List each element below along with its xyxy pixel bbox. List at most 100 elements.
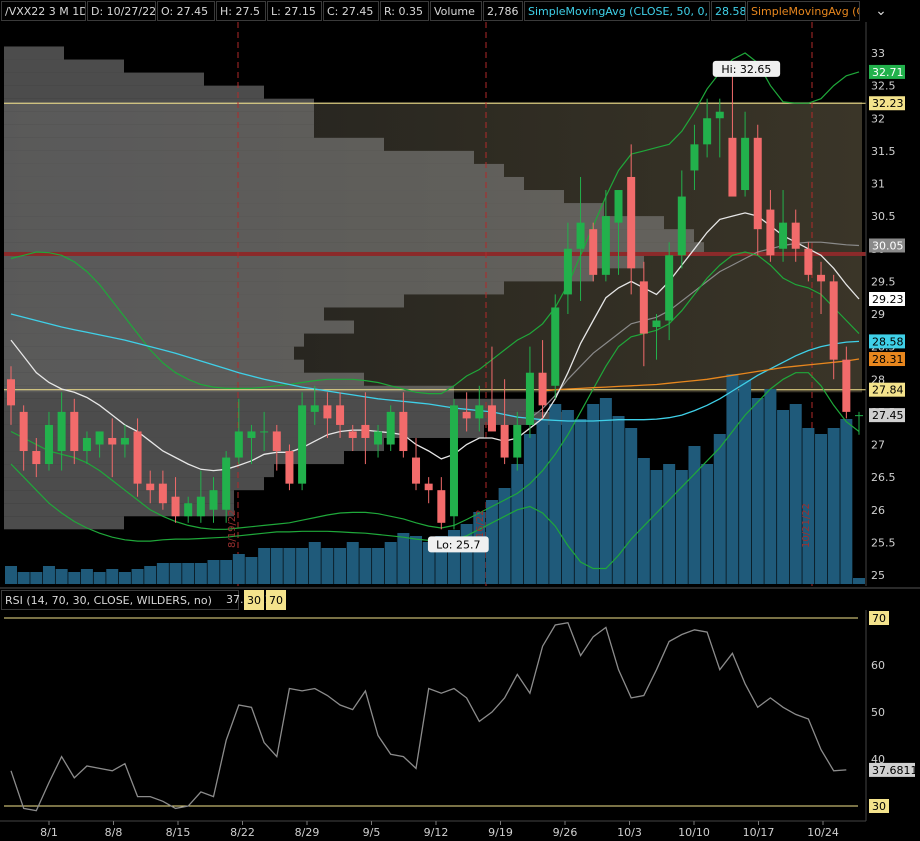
candle-body	[753, 137, 762, 230]
rsi-high-level: 70	[266, 590, 286, 610]
candle-body	[386, 411, 395, 445]
volume-bar	[549, 404, 562, 584]
candle-body	[184, 503, 193, 517]
candle-body	[82, 437, 91, 452]
time-tick-label: 10/10	[678, 826, 710, 839]
candle-body	[500, 424, 509, 458]
candle-body	[323, 405, 332, 419]
volume-bar	[93, 572, 106, 584]
candle-body	[601, 216, 610, 275]
price-tick-label: 29.5	[871, 275, 896, 288]
profile-bar	[4, 98, 314, 112]
volume-bar	[321, 548, 334, 584]
price-tick-label: 27	[871, 439, 885, 452]
volume-bar	[346, 542, 359, 584]
volume-bar	[156, 563, 169, 584]
rsi-level-label: 70	[872, 612, 886, 625]
time-tick-label: 9/5	[363, 826, 381, 839]
candle-body	[196, 496, 205, 517]
rsi-label[interactable]: RSI (14, 70, 30, CLOSE, WILDERS, no)	[1, 590, 239, 610]
price-badge-label: 28.31	[872, 353, 904, 366]
volume-bar	[701, 464, 714, 584]
candle-body	[70, 411, 79, 452]
volume-bar	[612, 416, 625, 584]
volume-bar	[511, 464, 524, 584]
candle-body	[677, 196, 686, 256]
candle-body	[728, 137, 737, 197]
volume-bar	[182, 563, 195, 584]
volume-bar	[258, 548, 271, 584]
price-badge-label: 27.84	[872, 384, 904, 397]
lo-label: Lo: 25.7	[436, 538, 480, 551]
candle-body	[57, 411, 66, 452]
volume-bar	[372, 548, 385, 584]
candle-body	[703, 118, 712, 145]
candle-body	[741, 137, 750, 191]
volume-bar	[751, 398, 764, 584]
volume-bar	[5, 566, 17, 584]
candle-body	[855, 415, 863, 417]
candle-body	[487, 405, 496, 432]
profile-bar	[4, 203, 604, 217]
candle-body	[690, 144, 699, 171]
rsi-value-badge-label: 37.6811	[872, 764, 918, 777]
candle-body	[222, 457, 231, 510]
price-tick-label: 25	[871, 569, 885, 582]
volume-bar	[536, 419, 549, 584]
price-badge-label: 32.71	[872, 66, 904, 79]
price-badge-label: 30.05	[872, 239, 904, 252]
volume-bar	[574, 419, 587, 584]
profile-bar	[4, 320, 354, 334]
candle-body	[576, 222, 585, 249]
candle-body	[791, 222, 800, 249]
profile-bar	[4, 111, 314, 125]
candle-body	[842, 359, 851, 412]
profile-bar	[4, 255, 644, 269]
profile-bar	[4, 372, 364, 386]
volume-bar	[777, 410, 790, 584]
candle-body	[146, 483, 155, 491]
profile-bar	[4, 46, 64, 60]
profile-bar	[4, 385, 454, 399]
volume-bar	[296, 548, 309, 584]
candle-body	[399, 411, 408, 452]
volume-bar	[410, 536, 423, 584]
profile-bar	[4, 150, 474, 164]
time-tick-label: 9/26	[553, 826, 578, 839]
price-badge-label: 32.23	[872, 97, 904, 110]
volume-bar	[270, 548, 283, 584]
time-tick-label: 10/24	[807, 826, 839, 839]
volume-bar	[131, 569, 144, 584]
volume-bar	[308, 542, 321, 584]
candle-body	[348, 431, 357, 438]
profile-bar	[4, 163, 504, 177]
profile-bar	[4, 176, 524, 191]
profile-bar	[4, 516, 124, 530]
volume-bar	[827, 428, 840, 584]
volume-bar	[384, 542, 397, 584]
price-tick-label: 32	[871, 112, 885, 125]
time-tick-label: 9/19	[488, 826, 513, 839]
candle-body	[272, 431, 281, 452]
volume-bar	[688, 446, 701, 584]
candle-body	[665, 255, 674, 321]
rsi-tick-label: 60	[871, 659, 885, 672]
volume-bar	[625, 428, 638, 584]
rsi-tick-label: 50	[871, 706, 885, 719]
rsi-panel: 307060504037.68118/1 8/8 8/15 8/22 8/29 9/5 9/…	[0, 610, 918, 839]
event-line-label: 10/21/22	[801, 503, 812, 548]
candle-body	[627, 176, 636, 269]
price-tick-label: 31.5	[871, 145, 896, 158]
profile-bar	[4, 124, 314, 138]
volume-bar	[144, 566, 157, 584]
volume-bar	[334, 548, 347, 584]
event-line-label: 8/19/22	[227, 509, 238, 548]
time-tick-label: 10/17	[743, 826, 775, 839]
time-tick-label: 9/12	[424, 826, 449, 839]
price-tick-label: 26	[871, 504, 885, 517]
volume-bar	[853, 578, 865, 584]
volume-bar	[30, 572, 43, 584]
candle-body	[285, 451, 294, 484]
volume-bar	[17, 572, 30, 584]
candle-body	[513, 424, 522, 458]
